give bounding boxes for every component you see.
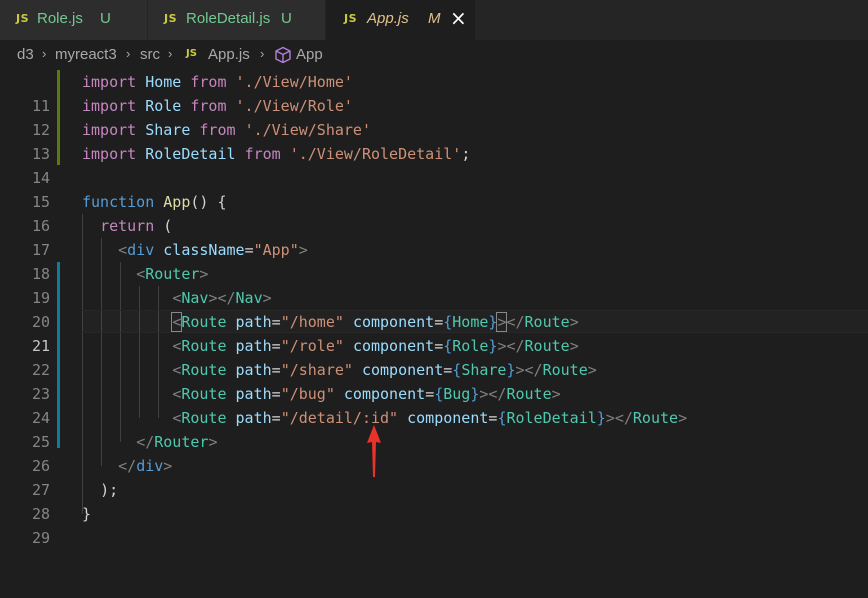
close-icon[interactable]: × — [450, 6, 467, 30]
code-line: 23 <Route path="/share" component={Share… — [0, 358, 868, 403]
code-text: import Home from './View/Home' — [82, 73, 353, 91]
untracked-badge: U — [100, 10, 111, 27]
tab-label: App.js — [367, 10, 409, 27]
code-text: import Role from './View/Role' — [82, 97, 353, 115]
code-line: 14 import RoleDetail from './View/RoleDe… — [0, 142, 868, 187]
javascript-file-icon: JS — [186, 48, 197, 59]
code-line: 24 <Route path="/bug" component={Bug}></… — [0, 382, 868, 427]
code-text: </Router> — [136, 433, 218, 451]
code-text: <Route path="/share" component={Share}><… — [172, 361, 597, 379]
code-text: import Share from './View/Share' — [82, 121, 371, 139]
javascript-file-icon: JS — [164, 12, 178, 25]
code-line-current: 21 <Route path="/home" component={Home}>… — [0, 310, 868, 355]
code-line: 16 function App() { — [0, 190, 868, 235]
code-line: 11 import Home from './View/Home' — [0, 70, 868, 115]
code-line: 17 return ( — [0, 214, 868, 259]
code-line: 20 <Nav></Nav> — [0, 286, 868, 331]
tab-app-js[interactable]: JS App.js M × — [326, 0, 476, 40]
modified-badge: M — [428, 10, 441, 27]
code-line: 28 ); — [0, 478, 868, 523]
code-line: 29 } — [0, 502, 868, 547]
annotation-arrow-icon — [367, 425, 381, 477]
code-line: 12 import Role from './View/Role' — [0, 94, 868, 139]
untracked-badge: U — [281, 10, 292, 27]
code-text: <Route path="/role" component={Role}></R… — [172, 337, 579, 355]
code-text: ); — [100, 481, 119, 499]
code-line: 26 </Router> — [0, 430, 868, 475]
breadcrumb-item-myreact3[interactable]: myreact3 — [55, 46, 117, 63]
code-text: <Route path="/detail/:id" component={Rol… — [172, 409, 688, 427]
breadcrumb-item-app-symbol[interactable]: App — [296, 46, 323, 63]
breadcrumb: d3 › myreact3 › src › JS App.js › App — [0, 40, 868, 70]
code-editor[interactable]: 11 import Home from './View/Home' 12 imp… — [0, 70, 868, 547]
tab-bar: JS Role.js U JS RoleDetail.js U JS App.j… — [0, 0, 868, 40]
tab-role-js[interactable]: JS Role.js U — [0, 0, 148, 40]
code-text: } — [82, 505, 92, 523]
breadcrumb-item-d3[interactable]: d3 — [17, 46, 34, 63]
code-line: 27 </div> — [0, 454, 868, 499]
code-text: <Router> — [136, 265, 209, 283]
tab-label: RoleDetail.js — [186, 10, 271, 27]
chevron-right-icon: › — [168, 46, 173, 61]
code-text: <Route path="/bug" component={Bug}></Rou… — [172, 385, 561, 403]
chevron-right-icon: › — [260, 46, 265, 61]
code-line: 25 <Route path="/detail/:id" component={… — [0, 406, 868, 451]
tab-roledetail-js[interactable]: JS RoleDetail.js U — [148, 0, 326, 40]
line-number: 29 — [31, 529, 50, 547]
code-line: 18 <div className="App"> — [0, 238, 868, 283]
code-text: </div> — [118, 457, 173, 475]
breadcrumb-item-app-js[interactable]: App.js — [208, 46, 250, 63]
code-text: <Nav></Nav> — [172, 289, 272, 307]
code-line: 13 import Share from './View/Share' — [0, 118, 868, 163]
code-text: <div className="App"> — [118, 241, 308, 259]
symbol-cube-icon — [275, 46, 291, 64]
javascript-file-icon: JS — [344, 12, 358, 25]
code-line: 19 <Router> — [0, 262, 868, 307]
code-text: return ( — [100, 217, 173, 235]
code-line: 15 — [0, 166, 868, 211]
javascript-file-icon: JS — [16, 12, 30, 25]
breadcrumb-item-src[interactable]: src — [140, 46, 160, 63]
code-text: <Route path="/home" component={Home}></R… — [171, 312, 579, 332]
chevron-right-icon: › — [42, 46, 47, 61]
tab-label: Role.js — [37, 10, 83, 27]
code-text: function App() { — [82, 193, 227, 211]
chevron-right-icon: › — [126, 46, 131, 61]
code-text: import RoleDetail from './View/RoleDetai… — [82, 145, 471, 163]
code-line: 22 <Route path="/role" component={Role}>… — [0, 334, 868, 379]
